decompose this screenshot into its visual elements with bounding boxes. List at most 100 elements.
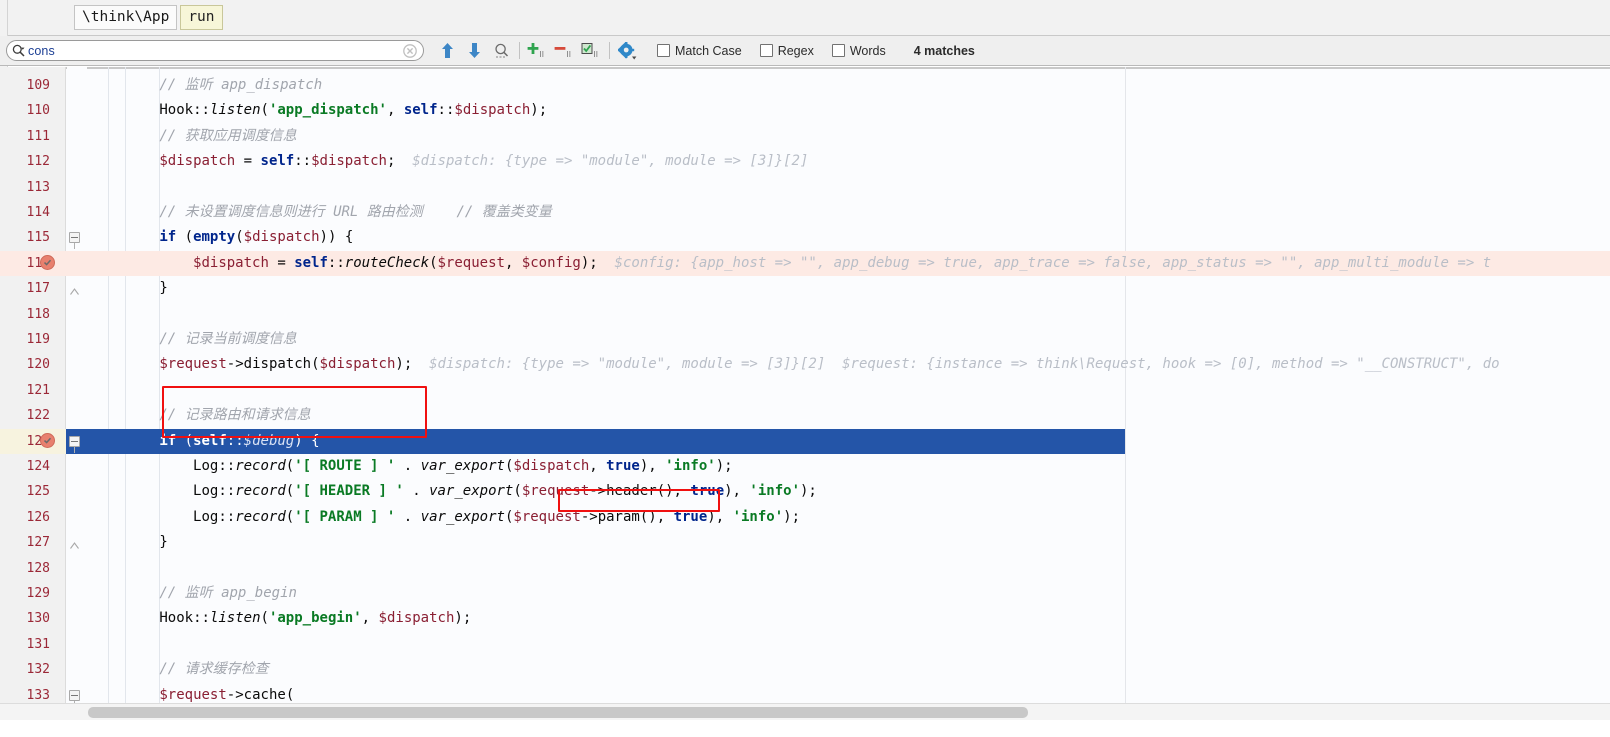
line-content: Log::record('[ ROUTE ] ' . var_export($d… bbox=[193, 457, 733, 474]
match-case-checkbox-box[interactable] bbox=[657, 44, 670, 57]
line-number: 127 bbox=[26, 535, 50, 551]
breakpoint-icon[interactable] bbox=[40, 254, 55, 270]
line-number: 122 bbox=[26, 408, 50, 424]
arrow-up-icon[interactable] bbox=[434, 38, 461, 64]
select-all-occurrences-icon[interactable] bbox=[488, 38, 515, 64]
gear-icon[interactable] bbox=[614, 38, 641, 64]
line-content: Log::record('[ PARAM ] ' . var_export($r… bbox=[193, 508, 801, 525]
breadcrumb-item-method[interactable]: run bbox=[180, 4, 223, 31]
match-case-label: Match Case bbox=[675, 43, 742, 58]
line-number: 128 bbox=[26, 560, 50, 576]
line-number: 125 bbox=[26, 484, 50, 500]
search-input-value[interactable]: cons bbox=[25, 44, 403, 58]
code-line-123[interactable]: 123 if (self::$debug) { bbox=[0, 428, 1610, 454]
svg-text:II: II bbox=[566, 50, 570, 59]
breadcrumb-item-class[interactable]: \think\App bbox=[74, 4, 178, 31]
fold-collapse-icon[interactable] bbox=[69, 689, 80, 701]
line-content: // 未设置调度信息则进行 URL 路由检测 // 覆盖类变量 bbox=[159, 203, 552, 220]
code-line-124[interactable]: 124 Log::record('[ ROUTE ] ' . var_export… bbox=[0, 454, 1610, 479]
line-number: 118 bbox=[26, 306, 50, 322]
line-content: // 监听 app_begin bbox=[159, 584, 297, 601]
words-checkbox[interactable]: Words bbox=[831, 44, 886, 58]
code-line-110[interactable]: 110 Hook::listen('app_dispatch', self::$d… bbox=[0, 98, 1610, 123]
code-line-126[interactable]: 126 Log::record('[ PARAM ] ' . var_export… bbox=[0, 505, 1610, 530]
line-content: Hook::listen('app_dispatch', self::$disp… bbox=[159, 102, 548, 119]
line-number: 124 bbox=[26, 459, 50, 474]
svg-text:II: II bbox=[593, 50, 597, 59]
line-content: if (empty($dispatch)) { bbox=[159, 229, 354, 246]
code-line-121[interactable]: 121 bbox=[0, 378, 1610, 403]
line-number: 132 bbox=[26, 662, 50, 678]
regex-checkbox-box[interactable] bbox=[759, 44, 773, 57]
code-line-127[interactable]: 127} bbox=[0, 530, 1610, 555]
code-line-128[interactable]: 128 bbox=[0, 556, 1610, 581]
regex-checkbox[interactable]: Regex bbox=[759, 43, 814, 58]
toolbar-divider-2 bbox=[609, 42, 610, 59]
code-line-130[interactable]: 130 Hook::listen('app_begin', $dispatch); bbox=[0, 606, 1610, 631]
line-number: 121 bbox=[26, 382, 50, 398]
toolbar-divider-1 bbox=[519, 42, 520, 59]
search-icon[interactable] bbox=[12, 44, 25, 57]
line-number: 130 bbox=[26, 611, 50, 627]
line-content: Log::record('[ HEADER ] ' . var_export($… bbox=[193, 483, 817, 500]
add-selection-icon[interactable]: II bbox=[524, 38, 551, 64]
line-number: 131 bbox=[26, 636, 50, 652]
code-line-114[interactable]: 114 // 未设置调度信息则进行 URL 路由检测 // 覆盖类变量 bbox=[0, 200, 1610, 225]
fold-collapse-icon[interactable] bbox=[69, 232, 80, 244]
line-content: // 记录路由和请求信息 bbox=[159, 407, 311, 424]
line-content: Hook::listen('app_begin', $dispatch); bbox=[159, 610, 472, 627]
line-number: 111 bbox=[26, 128, 50, 144]
line-content: $request->dispatch($dispatch); $dispatch… bbox=[159, 356, 1500, 373]
code-line-118[interactable]: 118 bbox=[0, 302, 1610, 327]
match-count-status: 4 matches bbox=[913, 43, 975, 58]
regex-label: Regex bbox=[777, 43, 814, 58]
code-line-125[interactable]: 125 Log::record('[ HEADER ] ' . var_expor… bbox=[0, 479, 1610, 504]
code-line-116[interactable]: 116 $dispatch = self::routeCheck($request… bbox=[0, 250, 1610, 277]
code-line-119[interactable]: 119 // 记录当前调度信息 bbox=[0, 327, 1610, 352]
fold-end-icon[interactable] bbox=[70, 282, 79, 296]
line-number: 110 bbox=[26, 103, 50, 119]
line-number: 119 bbox=[26, 332, 50, 347]
line-content: // 监听 app_dispatch bbox=[159, 76, 323, 93]
code-editor[interactable]: 109// 监听 app_dispatch 110 Hook::listen('ap… bbox=[0, 67, 1610, 720]
line-number: 113 bbox=[26, 179, 50, 195]
code-line-120[interactable]: 120 $request->dispatch($dispatch); $dispa… bbox=[0, 352, 1610, 377]
code-line-112[interactable]: 112 $dispatch = self::$dispatch; $dispatc… bbox=[0, 149, 1610, 174]
arrow-down-icon[interactable] bbox=[461, 38, 488, 64]
line-number: 117 bbox=[26, 281, 50, 297]
line-content: } bbox=[159, 534, 168, 551]
line-number: 114 bbox=[26, 205, 50, 220]
line-number: 112 bbox=[26, 154, 50, 170]
breadcrumb: \think\App run bbox=[0, 0, 1610, 36]
horizontal-scrollbar-thumb[interactable] bbox=[88, 707, 1028, 718]
words-checkbox-box[interactable] bbox=[831, 44, 845, 57]
remove-selection-icon[interactable]: II bbox=[551, 38, 578, 64]
code-line-131[interactable]: 131 bbox=[0, 632, 1610, 657]
horizontal-scrollbar[interactable] bbox=[0, 703, 1610, 720]
clear-icon[interactable] bbox=[403, 43, 417, 58]
line-content: // 请求缓存检查 bbox=[159, 661, 269, 678]
code-line-132[interactable]: 132 // 请求缓存检查 bbox=[0, 657, 1610, 682]
line-content: // 获取应用调度信息 bbox=[159, 127, 297, 144]
line-content: } bbox=[159, 280, 168, 297]
line-content: if (self::$debug) { bbox=[159, 432, 320, 449]
line-content: // 记录当前调度信息 bbox=[159, 330, 297, 347]
fold-collapse-icon[interactable] bbox=[69, 435, 80, 447]
fold-tail bbox=[74, 243, 75, 250]
line-content: $dispatch = self::routeCheck($request, $… bbox=[193, 254, 1492, 271]
match-case-checkbox[interactable]: Match Case bbox=[657, 44, 742, 58]
select-all-checkbox-icon[interactable]: II bbox=[578, 38, 605, 64]
code-line-109[interactable]: 109 // 监听 app_dispatch bbox=[0, 73, 1610, 98]
search-input[interactable]: cons bbox=[6, 40, 424, 61]
code-line-115[interactable]: 115 if (empty($dispatch)) { bbox=[0, 225, 1610, 250]
code-line-117[interactable]: 117} bbox=[0, 276, 1610, 301]
fold-end-icon[interactable] bbox=[70, 536, 79, 550]
code-line-129[interactable]: 129 // 监听 app_begin bbox=[0, 581, 1610, 606]
code-line-122[interactable]: 122 // 记录路由和请求信息 bbox=[0, 403, 1610, 428]
line-content: $dispatch = self::$dispatch; $dispatch: … bbox=[159, 153, 809, 170]
code-line-111[interactable]: 111 // 获取应用调度信息 bbox=[0, 124, 1610, 149]
line-number: 115 bbox=[26, 230, 50, 246]
find-toolbar: cons II II II Match Case Regex Words 4 m… bbox=[0, 36, 1610, 66]
breakpoint-icon[interactable] bbox=[40, 432, 55, 448]
code-line-113[interactable]: 113 bbox=[0, 175, 1610, 200]
